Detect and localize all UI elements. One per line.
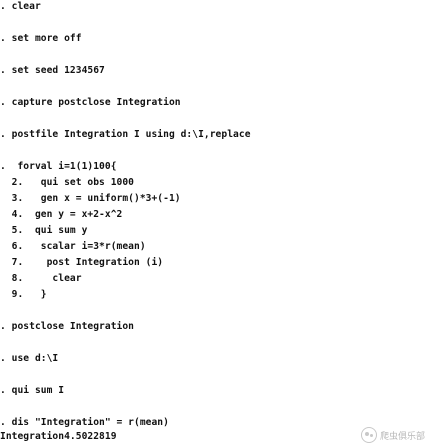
command-line: . qui sum I [0, 385, 65, 396]
loop-line: 4. gen y = x+2-x^2 [0, 209, 123, 220]
loop-line: 8. clear [0, 273, 82, 284]
command-line: . clear [0, 1, 41, 12]
loop-line: 7. post Integration (i) [0, 257, 164, 268]
command-line: . postclose Integration [0, 321, 134, 332]
watermark-text: 爬虫俱乐部 [379, 431, 425, 442]
loop-line: 9. } [0, 289, 47, 300]
stata-results-window: . clear . set more off . set seed 123456… [0, 0, 433, 448]
command-line: . use d:\I [0, 353, 59, 364]
command-line: . forval i=1(1)100{ [0, 161, 117, 172]
wechat-bubble-icon [360, 427, 377, 443]
command-line: . set seed 1234567 [0, 65, 105, 76]
output-line: Integration4.5022819 [0, 431, 117, 442]
loop-line: 5. qui sum y [0, 225, 88, 236]
command-line: . postfile Integration I using d:\I,repl… [0, 129, 251, 140]
watermark: 爬虫俱乐部 [360, 427, 425, 443]
loop-line: 3. gen x = uniform()*3+(-1) [0, 193, 181, 204]
command-line: . dis "Integration" = r(mean) [0, 417, 169, 428]
command-line: . set more off [0, 33, 82, 44]
command-line: . capture postclose Integration [0, 97, 181, 108]
loop-line: 2. qui set obs 1000 [0, 177, 134, 188]
loop-line: 6. scalar i=3*r(mean) [0, 241, 146, 252]
